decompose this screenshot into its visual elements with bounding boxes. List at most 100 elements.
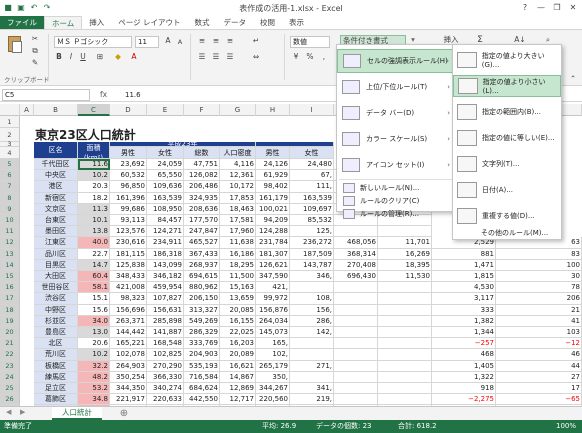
- total-2-value[interactable]: [334, 394, 378, 406]
- submenu-between[interactable]: 指定の範囲内(B)...: [453, 101, 561, 123]
- male-2-value[interactable]: 421,: [256, 282, 290, 294]
- density-2-value[interactable]: [378, 338, 432, 350]
- female-2-value[interactable]: 24,480: [290, 159, 334, 171]
- row-header[interactable]: 22: [0, 349, 20, 361]
- submenu-date[interactable]: 日付(A)...: [453, 179, 561, 201]
- density-2-value[interactable]: [378, 315, 432, 327]
- female-2-value[interactable]: 67,: [290, 170, 334, 182]
- female-value[interactable]: 141,887: [147, 327, 184, 339]
- submenu-duplicate[interactable]: 重複する値(D)...: [453, 205, 561, 227]
- female-value[interactable]: 340,274: [147, 383, 184, 395]
- ward-name[interactable]: 台東区: [34, 215, 78, 227]
- align-right-icon[interactable]: ☰: [224, 52, 236, 62]
- total-value[interactable]: 333,769: [184, 338, 220, 350]
- area-value[interactable]: 10.1: [78, 215, 110, 227]
- total-value[interactable]: 549,269: [184, 315, 220, 327]
- row-header[interactable]: 16: [0, 282, 20, 294]
- total-value[interactable]: 204,903: [184, 349, 220, 361]
- row-header[interactable]: 6: [0, 170, 20, 182]
- male-2-value[interactable]: 165,: [256, 338, 290, 350]
- female-value[interactable]: 346,182: [147, 271, 184, 283]
- diff-value[interactable]: 1,382: [432, 315, 496, 327]
- diff-value[interactable]: −257: [432, 338, 496, 350]
- total-2-value[interactable]: 368,314: [334, 248, 378, 260]
- restore-button[interactable]: ❐: [550, 1, 564, 14]
- diff-value[interactable]: 1,471: [432, 259, 496, 271]
- subheader[interactable]: 女性: [290, 147, 334, 159]
- diff-density-value[interactable]: 44: [496, 360, 582, 372]
- male-2-value[interactable]: 145,073: [256, 327, 290, 339]
- prev-sheet-icon[interactable]: ◀: [6, 408, 11, 416]
- area-value[interactable]: 58.1: [78, 282, 110, 294]
- density-value[interactable]: 14,867: [220, 371, 256, 383]
- tab-home[interactable]: ホーム: [44, 16, 83, 29]
- fill-color-icon[interactable]: ◆: [112, 52, 124, 62]
- align-bottom-icon[interactable]: ≡: [224, 36, 236, 46]
- female-value[interactable]: 84,457: [147, 215, 184, 227]
- subheader[interactable]: 総数: [184, 147, 220, 159]
- male-2-value[interactable]: 265,179: [256, 360, 290, 372]
- male-2-value[interactable]: 98,402: [256, 181, 290, 193]
- menu-item-clear-rules[interactable]: ルールのクリア(C): [337, 194, 455, 207]
- font-color-icon[interactable]: A: [128, 52, 140, 62]
- sheet-tab[interactable]: 人口統計: [52, 407, 102, 420]
- total-value[interactable]: 206,486: [184, 181, 220, 193]
- currency-icon[interactable]: ¥: [290, 52, 302, 62]
- female-2-value[interactable]: 156,: [290, 304, 334, 316]
- area-value[interactable]: 48.2: [78, 371, 110, 383]
- female-2-value[interactable]: 143,787: [290, 259, 334, 271]
- density-value[interactable]: 10,172: [220, 181, 256, 193]
- density-value[interactable]: 17,853: [220, 192, 256, 204]
- ward-name[interactable]: 豊島区: [34, 327, 78, 339]
- female-2-value[interactable]: 111,: [290, 181, 334, 193]
- row-header[interactable]: 14: [0, 259, 20, 271]
- female-2-value[interactable]: [290, 338, 334, 350]
- female-value[interactable]: 24,059: [147, 159, 184, 171]
- male-value[interactable]: 156,696: [110, 304, 147, 316]
- name-box[interactable]: C5: [2, 89, 90, 101]
- female-2-value[interactable]: 341,: [290, 383, 334, 395]
- female-value[interactable]: 102,825: [147, 349, 184, 361]
- row-header[interactable]: 23: [0, 360, 20, 372]
- subheader[interactable]: 人口密度: [220, 147, 256, 159]
- subheader[interactable]: 女性: [147, 147, 184, 159]
- total-2-value[interactable]: [334, 304, 378, 316]
- ward-name[interactable]: 大田区: [34, 271, 78, 283]
- total-value[interactable]: 126,082: [184, 170, 220, 182]
- row-header[interactable]: 12: [0, 237, 20, 249]
- density-value[interactable]: 16,186: [220, 248, 256, 260]
- help-icon[interactable]: ?: [518, 1, 532, 14]
- female-2-value[interactable]: 109,697: [290, 203, 334, 215]
- male-value[interactable]: 93,113: [110, 215, 147, 227]
- zoom-level[interactable]: 100%: [556, 420, 576, 433]
- female-value[interactable]: 156,631: [147, 304, 184, 316]
- female-value[interactable]: 459,954: [147, 282, 184, 294]
- area-value[interactable]: 10.2: [78, 349, 110, 361]
- number-format-select[interactable]: 数値: [290, 36, 330, 48]
- diff-value[interactable]: 3,117: [432, 293, 496, 305]
- male-value[interactable]: 421,008: [110, 282, 147, 294]
- tab-page-layout[interactable]: ページ レイアウト: [111, 16, 187, 29]
- male-2-value[interactable]: 126,621: [256, 259, 290, 271]
- diff-density-value[interactable]: 46: [496, 349, 582, 361]
- female-value[interactable]: 186,318: [147, 248, 184, 260]
- total-value[interactable]: 694,615: [184, 271, 220, 283]
- row-header[interactable]: 24: [0, 371, 20, 383]
- male-value[interactable]: 123,576: [110, 226, 147, 238]
- comma-icon[interactable]: ,: [318, 52, 330, 62]
- area-value[interactable]: 18.2: [78, 192, 110, 204]
- female-value[interactable]: 109,636: [147, 181, 184, 193]
- ward-name[interactable]: 中野区: [34, 304, 78, 316]
- density-2-value[interactable]: [378, 360, 432, 372]
- total-2-value[interactable]: [334, 338, 378, 350]
- density-2-value[interactable]: 11,530: [378, 271, 432, 283]
- female-2-value[interactable]: 163,539: [290, 192, 334, 204]
- ward-name[interactable]: 新宿区: [34, 192, 78, 204]
- ward-name[interactable]: 渋谷区: [34, 293, 78, 305]
- menu-item-manage-rules[interactable]: ルールの管理(R)...: [337, 207, 455, 220]
- percent-icon[interactable]: %: [304, 52, 316, 62]
- row-header[interactable]: 9: [0, 203, 20, 215]
- total-value[interactable]: 324,935: [184, 192, 220, 204]
- menu-item-color-scale[interactable]: カラー スケール(S) ›: [337, 127, 455, 151]
- female-value[interactable]: 270,290: [147, 360, 184, 372]
